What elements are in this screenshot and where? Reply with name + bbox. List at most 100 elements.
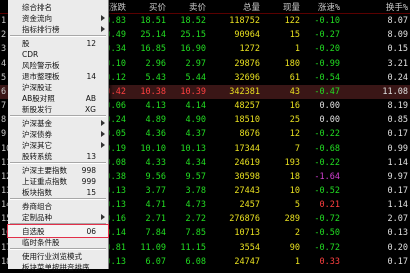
cell-turn: 11.08 [342,84,410,99]
menu-item-shortcut: 06 [86,226,96,236]
menu-item-shortcut: 12 [86,38,96,48]
cell-cur: 289 [284,214,300,225]
cell-speed: -0.68 [314,143,340,154]
menu-item-shortcut: 998 [81,165,96,175]
menu-item-20[interactable]: 临时条件股 [8,236,108,248]
cell-ask: 4.73 [185,200,206,211]
cell-turn: 0.20 [387,242,408,253]
cell-cur: 1 [294,44,300,55]
cell-vol: 342381 [208,84,262,99]
menu-item-label: AB股对照 [22,93,55,103]
cell-speed: 0.33 [319,256,340,267]
cell-vol: 48257 [234,101,260,112]
column-header[interactable]: 现量 [262,0,302,14]
menu-item-label: CDR [22,49,39,59]
cell-bid: 16.85 [140,44,166,55]
cell-speed: -0.20 [314,44,340,55]
submenu-arrow-icon [101,15,105,21]
cell-turn: 0.85 [387,115,408,126]
cell-bid: 3.77 [145,186,166,196]
cell-ask: 2.97 [185,58,206,69]
cell-ask: 25.15 [180,30,206,41]
cell-vol: 3554 [239,242,260,253]
column-header[interactable]: 涨速% [302,0,342,14]
cell-turn: 1.14 [387,157,408,168]
menu-item-16[interactable]: 板块指数 15 [8,186,108,198]
cell-speed: 0.21 [319,200,340,211]
cell-vol: 8676 [239,129,260,140]
column-header[interactable]: 总量 [208,0,262,14]
cell-cur: 25 [289,115,300,126]
menu-item-label: 新股发行 [22,104,52,114]
column-header[interactable]: 换手% [342,0,410,14]
cell-cur: 90 [289,242,300,253]
cell-cur: 43 [262,84,302,99]
cell-vol: 24619 [234,157,260,168]
cell-vol: 2457 [239,200,260,211]
cell-bid: 9.56 [145,171,166,182]
cell-cur: 1 [294,256,300,267]
cell-cur: 18 [289,171,300,182]
submenu-arrow-icon [101,120,105,126]
menu-item-13[interactable]: 股转系统 13 [8,150,108,162]
cell-vol: 17344 [234,143,260,154]
column-header[interactable]: 买价 [128,0,168,14]
cell-turn: 8.19 [387,101,408,112]
menu-item-label: 沪深股证 [22,82,52,92]
cell-turn: 0.15 [387,44,408,55]
menu-item-label: 沪深基金 [22,118,52,128]
cell-turn: 8.09 [387,30,408,41]
menu-item-label: 板块菜单按拼音排序 [22,262,90,272]
market-category-context-menu: 综合排名 资金流向 指标排行榜股 12 CDR 风险警示板 退市整理板 14 沪深股证 AB股对照… [7,0,109,272]
cell-speed: -0.54 [314,72,340,83]
cell-vol: 32696 [234,72,260,83]
submenu-arrow-icon [101,26,105,32]
menu-item-label: 风险警示板 [22,60,60,70]
cell-cur: 12 [289,129,300,140]
menu-item-label: 指标排行榜 [22,24,60,34]
cell-speed: 0.00 [319,101,340,112]
menu-item-22[interactable]: 板块菜单按拼音排序 [8,261,108,273]
cell-vol: 18510 [234,115,260,126]
submenu-arrow-icon [101,142,105,148]
submenu-arrow-icon [101,131,105,137]
cell-cur: 15 [289,30,300,41]
column-header[interactable]: 卖价 [168,0,208,14]
cell-turn: 0.24 [387,72,408,83]
cell-vol: 90964 [234,30,260,41]
cell-bid: 4.33 [145,157,166,168]
menu-item-2[interactable]: 指标排行榜 [8,23,108,35]
cell-turn: 8.07 [387,16,408,27]
cell-vol: 27443 [234,186,260,196]
cell-turn: 2.07 [387,214,408,225]
cell-bid: 4.89 [145,115,166,126]
cell-bid: 7.84 [145,228,166,239]
menu-item-18[interactable]: 定制品种 [8,211,108,223]
cell-vol: 29876 [234,58,260,69]
cell-turn: 9.97 [387,171,408,182]
menu-item-label: 上证重点指数 [22,176,67,186]
menu-item-label: 股 [22,38,30,48]
cell-ask: 4.37 [185,129,206,140]
cell-ask: 3.78 [185,186,206,196]
cell-ask: 4.14 [185,101,206,112]
menu-item-shortcut: XG [85,104,96,114]
cell-speed: -0.27 [314,30,340,41]
cell-bid: 4.36 [145,129,166,140]
menu-item-label: 沪深其它 [22,140,52,150]
cell-ask: 11.15 [180,242,206,253]
menu-item-label: 退市整理板 [22,71,60,81]
cell-ask: 18.52 [180,16,206,27]
menu-item-label: 资金流向 [22,13,52,23]
cell-speed: -0.72 [314,214,340,225]
cell-ask: 5.44 [185,72,206,83]
menu-item-label: 沪深主要指数 [22,165,67,175]
cell-speed: -1.64 [314,171,340,182]
cell-speed: -0.10 [314,16,340,27]
cell-ask: 4.34 [185,157,206,168]
cell-vol: 118752 [229,16,260,27]
menu-item-9[interactable]: 新股发行 XG [8,103,108,115]
cell-vol: 24747 [234,256,260,267]
cell-ask: 2.72 [185,214,206,225]
menu-item-label: 定制品种 [22,212,52,222]
